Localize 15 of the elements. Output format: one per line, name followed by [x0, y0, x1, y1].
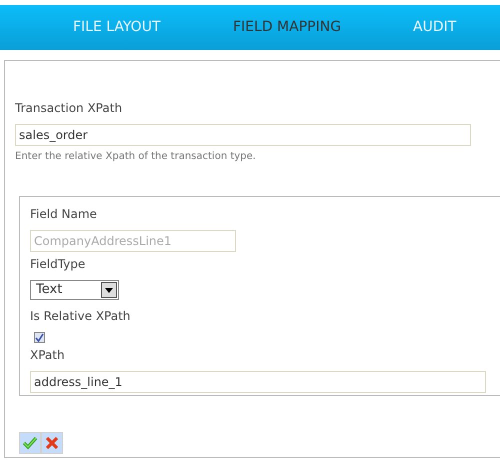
- close-icon[interactable]: [45, 436, 59, 450]
- check-icon[interactable]: [22, 436, 38, 450]
- field-type-dropdown[interactable]: Text: [30, 280, 119, 300]
- xpath-field[interactable]: address_line_1: [30, 371, 486, 393]
- checkbox[interactable]: [34, 332, 45, 343]
- field-label: Transaction XPath: [15, 100, 124, 116]
- field-label: Is Relative XPath: [30, 308, 132, 324]
- confirm-button[interactable]: [19, 432, 41, 454]
- transaction-xpath-field[interactable]: sales_order: [15, 124, 471, 146]
- field-label: Field Name: [30, 206, 98, 222]
- cancel-button[interactable]: [41, 432, 63, 454]
- help-text: Enter the relative Xpath of the transaction type.: [15, 150, 257, 164]
- field-label: FieldType: [30, 256, 86, 272]
- field-label: XPath: [30, 347, 66, 363]
- nav-tab[interactable]: FIELD MAPPING: [233, 15, 342, 40]
